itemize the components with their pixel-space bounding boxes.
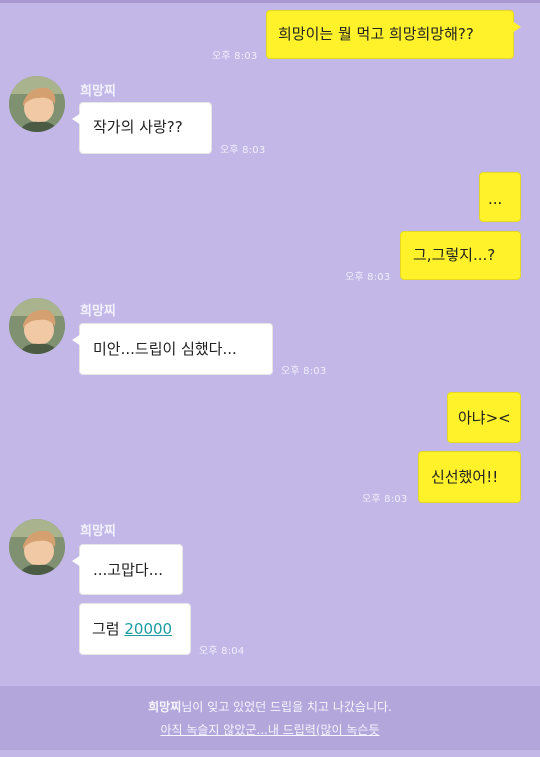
avatar-photo-icon [9, 298, 65, 354]
their-message-bubble[interactable]: 작가의 사랑?? [72, 102, 212, 154]
message-time: 오후 8:03 [220, 145, 266, 156]
message-time: 오후 8:03 [212, 51, 258, 62]
message-text: 작가의 사랑?? [93, 118, 183, 136]
message-text: 신선했어!! [431, 468, 499, 486]
message-link[interactable]: 20000 [124, 620, 172, 638]
message-time: 오후 8:03 [362, 494, 408, 505]
notice-line-1-text: 님이 잊고 있었던 드립을 치고 나갔습니다. [181, 700, 392, 714]
their-message-bubble[interactable]: 그럼 20000 [79, 603, 191, 655]
message-text: 희망이는 뭘 먹고 희망희망해?? [278, 25, 474, 43]
my-message-bubble[interactable]: 그,그렇지...? [400, 231, 521, 280]
message-text: 아냐>< [458, 409, 511, 427]
my-message-bubble[interactable]: 아냐>< [447, 392, 521, 443]
message-text: ... [488, 190, 503, 208]
their-message-bubble[interactable]: 미안...드립이 심했다... [72, 323, 273, 375]
contact-name: 희망찌 [80, 524, 116, 539]
message-text-prefix: 그럼 [92, 620, 125, 638]
contact-avatar[interactable] [9, 519, 65, 575]
message-time: 오후 8:03 [281, 366, 327, 377]
my-message-bubble[interactable]: 희망이는 뭘 먹고 희망희망해?? [266, 10, 521, 59]
top-divider [0, 0, 540, 3]
contact-avatar[interactable] [9, 76, 65, 132]
system-notice: 희망찌님이 잊고 있었던 드립을 치고 나갔습니다. 아직 녹슬지 않았군...… [0, 686, 540, 750]
bubble-tail [512, 21, 521, 33]
message-time: 오후 8:03 [345, 272, 391, 283]
my-message-bubble[interactable]: ... [479, 172, 521, 222]
notice-line-1: 희망찌님이 잊고 있었던 드립을 치고 나갔습니다. [0, 698, 540, 715]
bubble-tail [72, 113, 81, 125]
message-text: 그,그렇지...? [413, 246, 496, 264]
message-time: 오후 8:04 [199, 646, 245, 657]
their-message-bubble[interactable]: ...고맙다... [72, 544, 183, 595]
avatar-photo-icon [9, 76, 65, 132]
bubble-tail [72, 334, 81, 346]
contact-name: 희망찌 [80, 84, 116, 99]
notice-contact-name: 희망찌 [148, 700, 182, 714]
contact-avatar[interactable] [9, 298, 65, 354]
bubble-tail [72, 555, 81, 567]
message-text: ...고맙다... [93, 561, 164, 579]
notice-line-2[interactable]: 아직 녹슬지 않았군...내 드립력(많이 녹슨듯 [0, 721, 540, 738]
my-message-bubble[interactable]: 신선했어!! [418, 451, 521, 503]
contact-name: 희망찌 [80, 304, 116, 319]
message-text: 미안...드립이 심했다... [93, 340, 237, 358]
avatar-photo-icon [9, 519, 65, 575]
